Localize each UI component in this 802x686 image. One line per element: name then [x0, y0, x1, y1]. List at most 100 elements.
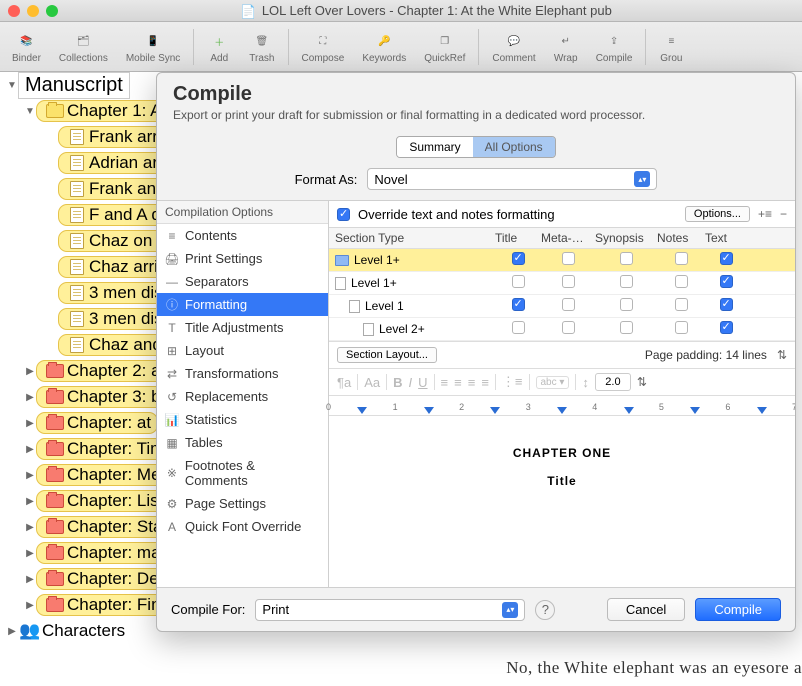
checkbox[interactable]: [620, 252, 633, 265]
quickref-button[interactable]: ❐QuickRef: [416, 27, 473, 66]
option-statistics[interactable]: 📊Statistics: [157, 408, 328, 431]
checkbox[interactable]: [512, 321, 525, 334]
font-family-picker[interactable]: Aa: [364, 375, 380, 390]
align-right-icon[interactable]: ≡: [468, 375, 476, 390]
table-row[interactable]: Level 1+: [329, 249, 795, 272]
disclosure-triangle-icon[interactable]: ▼: [24, 106, 36, 117]
compile-toolbar-button[interactable]: ⇪Compile: [588, 27, 641, 66]
chapter-folder[interactable]: Chapter: De: [36, 568, 166, 590]
checkbox[interactable]: [720, 252, 733, 265]
override-checkbox[interactable]: [337, 208, 350, 221]
add-button[interactable]: ＋Add: [199, 27, 239, 66]
document-item[interactable]: 3 men dis: [58, 282, 170, 304]
format-as-dropdown[interactable]: Novel ▴▾: [367, 168, 657, 190]
wrap-button[interactable]: ↵Wrap: [546, 27, 586, 66]
stepper-icon[interactable]: ⇅: [777, 348, 787, 362]
checkbox[interactable]: [675, 275, 688, 288]
table-row[interactable]: Level 2+: [329, 318, 795, 341]
chapter-folder[interactable]: Chapter: Me: [36, 464, 168, 486]
table-row[interactable]: Level 1+: [329, 272, 795, 295]
disclosure-triangle-icon[interactable]: ▶: [24, 574, 36, 585]
cancel-button[interactable]: Cancel: [607, 598, 685, 621]
window-close-icon[interactable]: [8, 5, 20, 17]
compile-button[interactable]: Compile: [695, 598, 781, 621]
window-zoom-icon[interactable]: [46, 5, 58, 17]
compile-for-dropdown[interactable]: Print ▴▾: [255, 599, 525, 621]
checkbox[interactable]: [720, 321, 733, 334]
text-style-dropdown[interactable]: abc ▾: [536, 376, 570, 389]
align-left-icon[interactable]: ≡: [441, 375, 449, 390]
italic-button[interactable]: I: [409, 375, 413, 390]
tab-all-options[interactable]: All Options: [473, 137, 555, 157]
disclosure-triangle-icon[interactable]: ▶: [24, 470, 36, 481]
chapter-folder[interactable]: Chapter 1: A: [36, 100, 169, 122]
checkbox[interactable]: [562, 252, 575, 265]
disclosure-triangle-icon[interactable]: ▶: [24, 418, 36, 429]
line-spacing-input[interactable]: [595, 373, 631, 391]
binder-button[interactable]: 📚Binder: [4, 27, 49, 66]
disclosure-triangle-icon[interactable]: ▼: [6, 80, 18, 91]
ruler[interactable]: 01234567: [329, 396, 795, 416]
help-icon[interactable]: ?: [535, 600, 555, 620]
checkbox[interactable]: [620, 275, 633, 288]
chapter-folder[interactable]: Chapter: ma: [36, 542, 168, 564]
checkbox[interactable]: [562, 275, 575, 288]
checkbox[interactable]: [512, 252, 525, 265]
compose-button[interactable]: ⛶Compose: [294, 27, 353, 66]
option-separators[interactable]: —Separators: [157, 270, 328, 293]
window-minimize-icon[interactable]: [27, 5, 39, 17]
list-icon[interactable]: ⋮≡: [502, 374, 523, 390]
pilcrow-icon[interactable]: ¶a: [337, 375, 351, 390]
disclosure-triangle-icon[interactable]: ▶: [24, 548, 36, 559]
chapter-folder[interactable]: Chapter 2: a: [36, 360, 168, 382]
checkbox[interactable]: [675, 298, 688, 311]
checkbox[interactable]: [675, 321, 688, 334]
remove-row-icon[interactable]: −: [780, 207, 787, 221]
disclosure-triangle-icon[interactable]: ▶: [24, 496, 36, 507]
line-spacing-icon[interactable]: ↕: [582, 375, 589, 390]
option-tables[interactable]: ▦Tables: [157, 431, 328, 454]
table-row[interactable]: Level 1: [329, 295, 795, 318]
disclosure-triangle-icon[interactable]: ▶: [24, 392, 36, 403]
underline-button[interactable]: U: [418, 375, 427, 390]
collections-button[interactable]: 🗂Collections: [51, 27, 116, 66]
checkbox[interactable]: [562, 321, 575, 334]
comment-button[interactable]: 💬Comment: [484, 27, 543, 66]
checkbox[interactable]: [562, 298, 575, 311]
options-button[interactable]: Options...: [685, 206, 750, 222]
checkbox[interactable]: [675, 252, 688, 265]
characters-folder[interactable]: 👥Characters: [18, 621, 125, 641]
option-quick-font-override[interactable]: AQuick Font Override: [157, 515, 328, 538]
option-contents[interactable]: ≡Contents: [157, 224, 328, 247]
checkbox[interactable]: [620, 321, 633, 334]
trash-button[interactable]: 🗑Trash: [241, 27, 282, 66]
disclosure-triangle-icon[interactable]: ▶: [24, 522, 36, 533]
manuscript-item[interactable]: Manuscript: [18, 72, 130, 99]
option-formatting[interactable]: ⓘFormatting: [157, 293, 328, 316]
chapter-folder[interactable]: Chapter: at: [36, 412, 158, 434]
chapter-folder[interactable]: Chapter 3: b: [36, 386, 168, 408]
disclosure-triangle-icon[interactable]: ▶: [24, 366, 36, 377]
bold-button[interactable]: B: [393, 375, 402, 390]
checkbox[interactable]: [720, 298, 733, 311]
tab-summary[interactable]: Summary: [397, 137, 472, 157]
option-print-settings[interactable]: 🖨Print Settings: [157, 247, 328, 270]
mobile-sync-button[interactable]: 📱Mobile Sync: [118, 27, 188, 66]
chapter-folder[interactable]: Chapter: Lis: [36, 490, 166, 512]
option-footnotes-comments[interactable]: ※Footnotes & Comments: [157, 454, 328, 492]
add-row-icon[interactable]: +≡: [758, 207, 772, 221]
checkbox[interactable]: [720, 275, 733, 288]
chapter-folder[interactable]: Chapter: Tim: [36, 438, 171, 460]
group-button[interactable]: ≡Grou: [651, 27, 691, 66]
document-item[interactable]: F and A di: [58, 204, 172, 226]
section-layout-button[interactable]: Section Layout...: [337, 347, 437, 363]
align-center-icon[interactable]: ≡: [454, 375, 462, 390]
line-spacing-stepper-icon[interactable]: ⇅: [637, 375, 647, 389]
option-transformations[interactable]: ⇄Transformations: [157, 362, 328, 385]
disclosure-triangle-icon[interactable]: ▶: [24, 444, 36, 455]
option-page-settings[interactable]: ⚙Page Settings: [157, 492, 328, 515]
checkbox[interactable]: [620, 298, 633, 311]
document-item[interactable]: 3 men dis: [58, 308, 170, 330]
option-replacements[interactable]: ↺Replacements: [157, 385, 328, 408]
keywords-button[interactable]: 🔑Keywords: [354, 27, 414, 66]
